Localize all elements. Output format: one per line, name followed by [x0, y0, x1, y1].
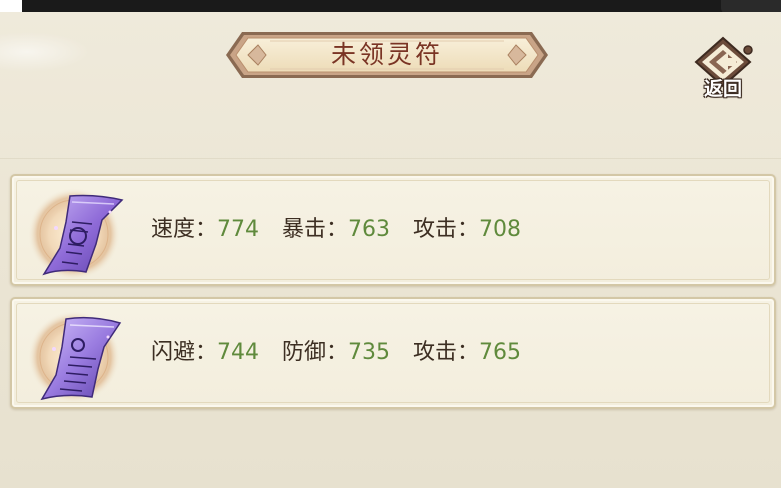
- stat-value: 708: [479, 217, 522, 242]
- talisman-card[interactable]: 速度：774 暴击：763 攻击：708: [10, 174, 776, 286]
- stat-label: 攻击：: [413, 217, 480, 242]
- device-corner: [0, 0, 22, 12]
- stat-attack: 攻击：708: [413, 176, 521, 284]
- talisman-stats: 闪避：744 防御：735 攻击：765: [151, 299, 537, 407]
- stat-value: 744: [217, 340, 260, 365]
- back-label: 返回: [703, 78, 742, 100]
- stat-crit: 暴击：763: [282, 176, 390, 284]
- stat-speed: 速度：774: [151, 176, 259, 284]
- stat-label: 攻击：: [413, 340, 480, 365]
- stat-label: 防御：: [282, 340, 349, 365]
- background-divider: [0, 158, 781, 159]
- page-title: 未领灵符: [330, 40, 443, 69]
- background-smudge: [0, 32, 90, 72]
- stat-defense: 防御：735: [282, 299, 390, 407]
- talisman-stats: 速度：774 暴击：763 攻击：708: [151, 176, 537, 284]
- stat-value: 735: [348, 340, 391, 365]
- purple-talisman-icon: [26, 182, 126, 282]
- stat-label: 闪避：: [151, 340, 218, 365]
- stat-value: 774: [217, 217, 260, 242]
- purple-talisman-icon: [26, 305, 126, 405]
- stat-dodge: 闪避：744: [151, 299, 259, 407]
- stat-attack: 攻击：765: [413, 299, 521, 407]
- stat-label: 暴击：: [282, 217, 349, 242]
- back-button[interactable]: 返回: [690, 36, 756, 100]
- stat-value: 763: [348, 217, 391, 242]
- stat-value: 765: [479, 340, 522, 365]
- device-top-bar: [0, 0, 781, 14]
- talisman-card[interactable]: 闪避：744 防御：735 攻击：765: [10, 297, 776, 409]
- stat-label: 速度：: [151, 217, 218, 242]
- title-banner: 未领灵符: [226, 28, 548, 82]
